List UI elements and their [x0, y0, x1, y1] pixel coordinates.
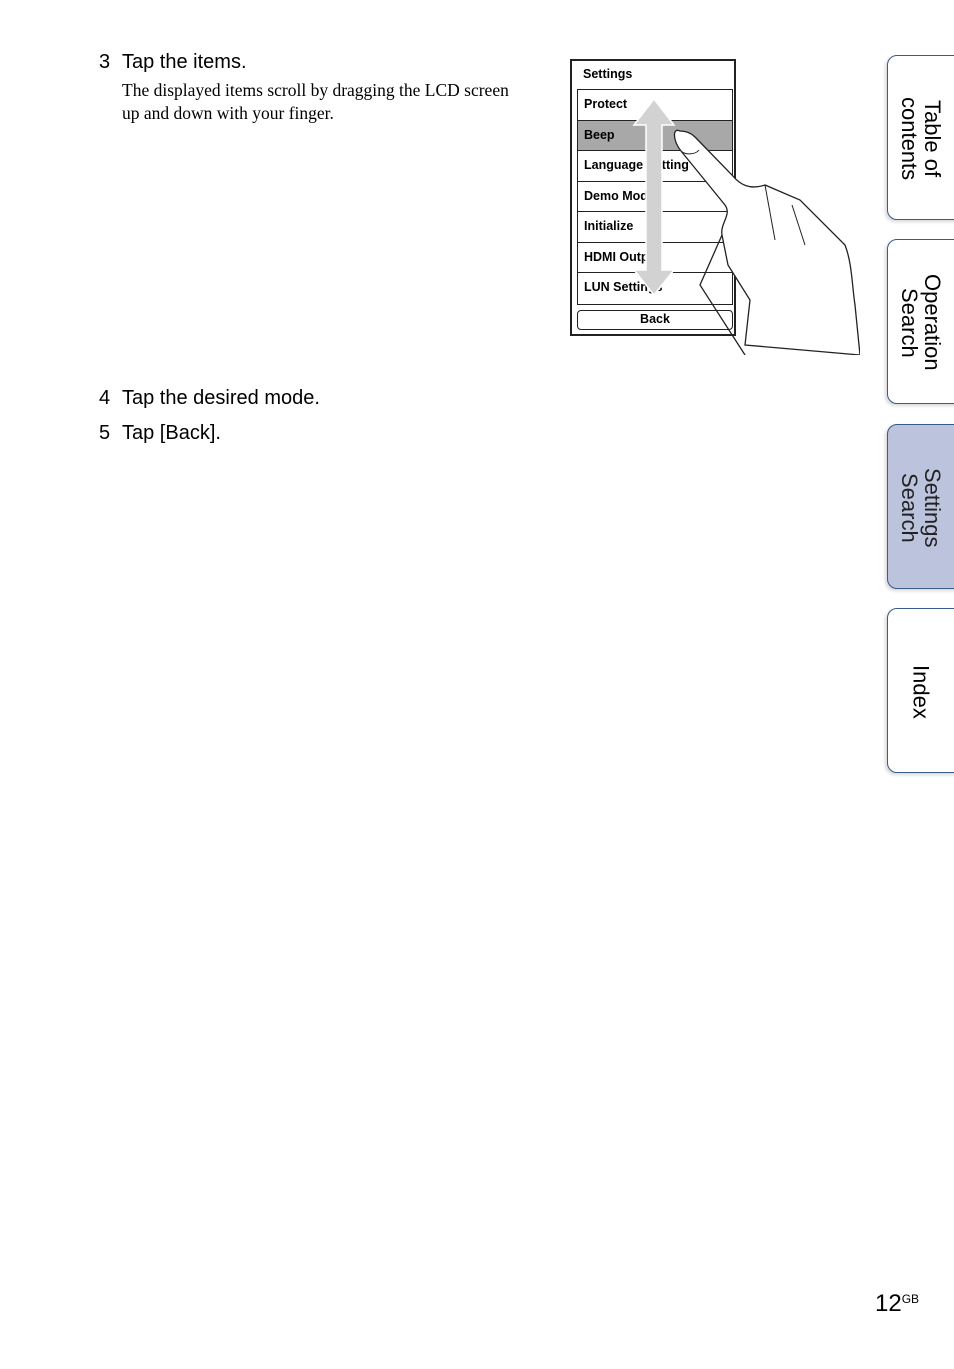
tab-label: Index	[908, 664, 934, 719]
settings-screen-illustration: Settings Protect Beep Language Setting D…	[570, 59, 736, 336]
tab-label: Settings Search	[897, 467, 945, 548]
list-item: LUN Settings	[584, 280, 663, 294]
page-number: 12GB	[875, 1290, 919, 1318]
step-number: 4	[99, 387, 111, 409]
step-3-description: The displayed items scroll by dragging t…	[122, 80, 509, 123]
settings-list: Protect Beep Language Setting Demo Mode …	[577, 89, 733, 305]
step-text: Tap the desired mode.	[122, 387, 320, 409]
step-4: 4 Tap the desired mode.	[99, 387, 320, 410]
tab-settings-search[interactable]: Settings Search	[887, 424, 954, 589]
list-item-selected: Beep	[578, 120, 732, 151]
step-number: 5	[99, 422, 111, 444]
tab-label: Operation Search	[897, 274, 945, 371]
step-3: 3 Tap the items.	[99, 51, 247, 74]
step-text: Tap [Back].	[122, 422, 221, 444]
list-item: Protect	[578, 90, 732, 121]
tab-index[interactable]: Index	[887, 608, 954, 773]
back-button-illustration: Back	[577, 310, 733, 330]
list-item: Initialize	[578, 212, 732, 243]
list-item: Demo Mode	[578, 182, 732, 212]
screen-title: Settings	[583, 67, 633, 81]
step-5: 5 Tap [Back].	[99, 422, 221, 445]
list-item: HDMI Output	[578, 243, 732, 273]
tab-label: Table of contents	[897, 96, 945, 181]
step-text: Tap the items.	[122, 51, 247, 73]
page-number-value: 12	[875, 1290, 902, 1317]
list-item: Language Setting	[578, 151, 732, 182]
page-suffix: GB	[901, 1292, 920, 1306]
step-number: 3	[99, 51, 111, 73]
tab-operation-search[interactable]: Operation Search	[887, 239, 954, 404]
tab-table-of-contents[interactable]: Table of contents	[887, 55, 954, 220]
